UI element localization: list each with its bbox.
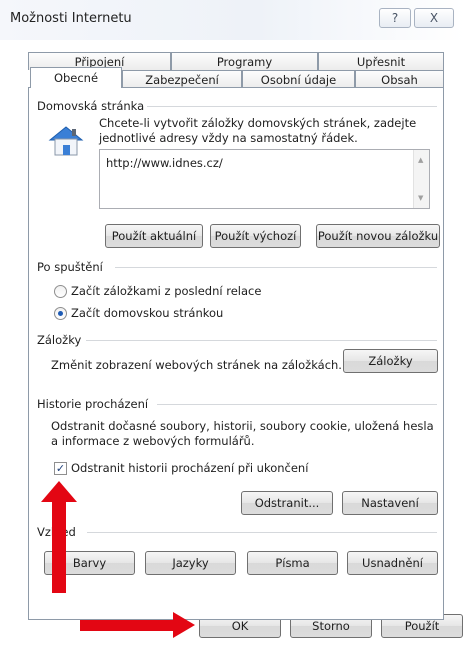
home-url-textarea[interactable]: http://www.idnes.cz/ ▲ ▼ (99, 149, 430, 209)
home-icon (47, 124, 85, 158)
delete-history-on-exit-label: Odstranit historii procházení při ukonče… (71, 461, 309, 475)
home-url-value: http://www.idnes.cz/ (106, 156, 223, 170)
delete-history-on-exit-checkbox[interactable]: ✓ (54, 462, 67, 475)
checkmark-icon: ✓ (55, 462, 66, 475)
use-current-button[interactable]: Použít aktuální (105, 224, 203, 248)
tabs-section-title: Záložky (37, 333, 82, 347)
divider (115, 267, 437, 268)
scroll-down-icon[interactable]: ▼ (418, 194, 423, 202)
use-new-tab-button[interactable]: Použít novou záložku (316, 224, 440, 248)
history-description-line2: a informace z webových formulářů. (51, 434, 255, 448)
tab-osobni-udaje[interactable]: Osobní údaje (242, 70, 355, 88)
accessibility-button[interactable]: Usnadnění (347, 551, 438, 575)
history-description-line1: Odstranit dočasné soubory, historii, sou… (51, 419, 434, 433)
delete-history-button[interactable]: Odstranit... (241, 491, 333, 515)
tab-zabezpeceni[interactable]: Zabezpečení (122, 70, 242, 88)
red-arrow-right-shaft (80, 620, 175, 631)
close-button[interactable]: X (414, 8, 454, 28)
window-title: Možnosti Internetu (10, 11, 132, 26)
home-description-line2: jednotlivé adresy vždy na samostatný řád… (99, 131, 358, 145)
divider (157, 404, 437, 405)
tabs-settings-button[interactable]: Záložky (343, 349, 438, 373)
tab-programy[interactable]: Programy (171, 52, 318, 70)
home-description-line1: Chcete-li vytvořit záložky domovských st… (99, 116, 417, 130)
divider (147, 106, 437, 107)
red-arrow-up-icon (41, 481, 77, 502)
history-settings-button[interactable]: Nastavení (342, 491, 438, 515)
help-button[interactable]: ? (379, 8, 411, 28)
startup-section-title: Po spuštění (37, 260, 103, 274)
startup-tabs-radio[interactable] (54, 285, 67, 298)
history-section-title: Historie procházení (37, 397, 149, 411)
languages-button[interactable]: Jazyky (145, 551, 236, 575)
close-icon: X (429, 11, 439, 25)
use-default-button[interactable]: Použít výchozí (210, 224, 301, 248)
divider (86, 340, 437, 341)
scroll-up-icon[interactable]: ▲ (418, 156, 423, 164)
tab-obsah[interactable]: Obsah (355, 70, 444, 88)
textarea-scrollbar[interactable]: ▲ ▼ (413, 150, 429, 208)
title-bar: Možnosti Internetu ? X (0, 0, 465, 40)
tab-obecne[interactable]: Obecné (30, 67, 122, 88)
red-arrow-up-shaft (52, 500, 66, 593)
startup-home-radio[interactable] (54, 307, 67, 320)
help-icon: ? (391, 11, 399, 25)
startup-tabs-label: Začít záložkami z poslední relace (71, 284, 262, 298)
red-arrow-right-icon (173, 612, 195, 638)
tab-upresnit[interactable]: Upřesnit (318, 52, 444, 70)
divider (87, 532, 437, 533)
tabs-description: Změnit zobrazení webových stránek na zál… (51, 358, 342, 372)
startup-home-label: Začít domovskou stránkou (71, 306, 224, 320)
home-section-title: Domovská stránka (37, 99, 145, 113)
general-panel: Domovská stránka Chcete-li vytvořit zálo… (28, 87, 444, 620)
fonts-button[interactable]: Písma (247, 551, 338, 575)
